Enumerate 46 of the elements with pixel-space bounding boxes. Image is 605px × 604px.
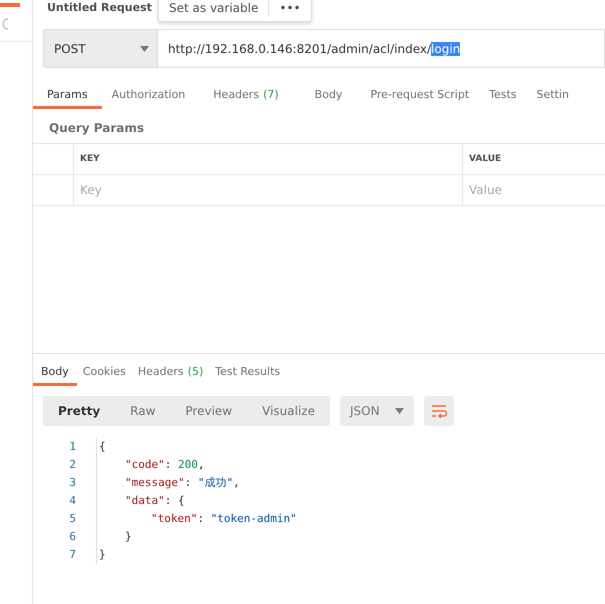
response-tab[interactable]: Body — [33, 359, 77, 386]
response-tab[interactable]: Headers (5) — [132, 359, 210, 386]
response-tab[interactable]: Test Results — [209, 359, 286, 386]
code-line: } — [98, 547, 107, 563]
line-number: 7 — [69, 547, 76, 563]
caret-icon — [394, 408, 404, 414]
wrap-button[interactable] — [424, 396, 454, 426]
code-line: "token": "token-admin" — [150, 511, 297, 527]
format-dropdown[interactable]: JSON — [340, 396, 414, 426]
more-button[interactable]: ••• — [279, 1, 301, 15]
line-number: 1 — [69, 439, 76, 455]
request-tab[interactable]: Params — [33, 82, 102, 109]
param-input[interactable]: Value — [469, 183, 605, 197]
code-line: "data": { — [124, 493, 186, 509]
line-number: 4 — [69, 493, 76, 509]
code-line: "code": 200, — [124, 457, 206, 473]
line-number: 2 — [69, 457, 76, 473]
view-mode-tab[interactable]: Raw — [115, 396, 170, 426]
method-dropdown[interactable]: POST — [43, 29, 158, 68]
request-tab[interactable]: Headers (7) — [195, 82, 297, 109]
view-mode-tab[interactable]: Pretty — [43, 396, 116, 426]
column-header: VALUE — [469, 154, 502, 164]
url-field[interactable]: http://192.168.0.146:8201/admin/acl/index/login — [158, 29, 605, 68]
line-number: 3 — [69, 475, 76, 491]
set-as-variable-button[interactable]: Set as variable — [169, 1, 258, 15]
code-line: { — [98, 439, 107, 455]
request-tab[interactable]: Tests — [479, 82, 527, 109]
code-line: "message": "成功", — [124, 475, 241, 491]
param-input[interactable]: Key — [80, 183, 462, 197]
wrap-lines-icon — [430, 404, 447, 418]
caret-icon — [140, 46, 149, 52]
column-header: KEY — [80, 154, 100, 164]
request-tab[interactable]: Body — [296, 82, 360, 109]
active-indicator — [0, 3, 20, 7]
view-mode-tab[interactable]: Preview — [170, 396, 248, 426]
request-tab[interactable]: Settin — [526, 82, 579, 109]
line-number: 6 — [69, 529, 76, 545]
code-line: } — [124, 529, 133, 545]
line-number: 5 — [69, 511, 76, 527]
refresh-icon[interactable] — [0, 17, 8, 31]
request-tab[interactable]: Pre-request Script — [360, 82, 480, 109]
request-title: Untitled Request — [47, 1, 152, 14]
section-title: Query Params — [49, 121, 146, 135]
request-tab[interactable]: Authorization — [102, 82, 196, 109]
response-tab[interactable]: Cookies — [76, 359, 132, 386]
view-mode-tab[interactable]: Visualize — [247, 396, 330, 426]
